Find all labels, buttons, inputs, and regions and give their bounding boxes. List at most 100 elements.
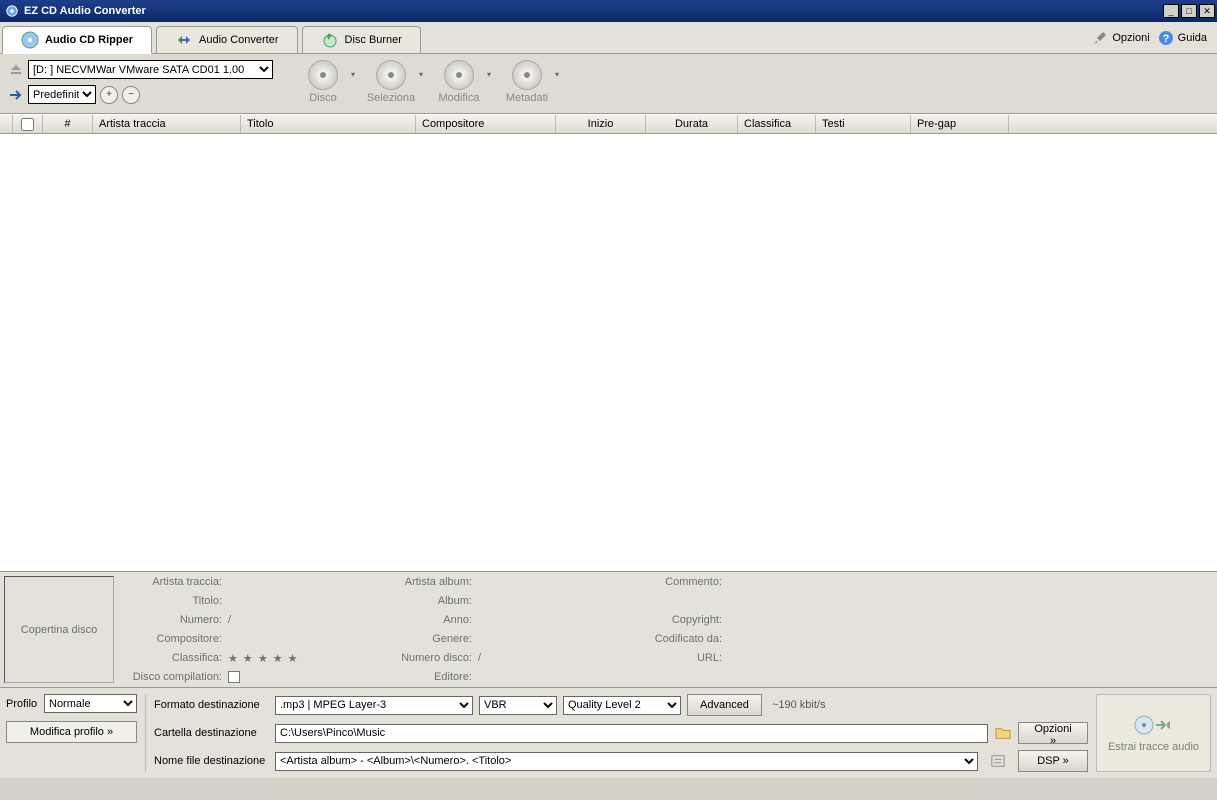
- disco-label: Disco: [309, 92, 337, 104]
- folder-options-button[interactable]: Opzioni »: [1018, 722, 1088, 744]
- help-icon: ?: [1158, 30, 1174, 46]
- chevron-down-icon: ▾: [419, 70, 423, 79]
- metadati-label: Metadati: [506, 92, 548, 104]
- format-label: Formato destinazione: [154, 699, 269, 711]
- modify-profile-button[interactable]: Modifica profilo »: [6, 721, 137, 743]
- mode-select[interactable]: VBR: [479, 696, 557, 715]
- minimize-button[interactable]: _: [1163, 4, 1179, 18]
- wrench-icon: [1092, 30, 1108, 46]
- eject-icon[interactable]: [8, 64, 24, 76]
- codec-select[interactable]: .mp3 | MPEG Layer-3: [275, 696, 473, 715]
- cover-art-box[interactable]: Copertina disco: [4, 576, 114, 683]
- track-list[interactable]: [0, 134, 1217, 572]
- edit-template-icon[interactable]: [984, 753, 1012, 769]
- folder-label: Cartella destinazione: [154, 727, 269, 739]
- folder-icon[interactable]: [994, 725, 1012, 741]
- convert-icon: [175, 31, 193, 49]
- compilation-checkbox[interactable]: [228, 671, 240, 683]
- val-url: [728, 652, 868, 671]
- lbl-genre: Genere:: [368, 633, 478, 652]
- lbl-title: Titolo:: [118, 595, 228, 614]
- lbl-artist-track: Artista traccia:: [118, 576, 228, 595]
- options-link[interactable]: Opzioni: [1092, 30, 1149, 46]
- close-button[interactable]: ✕: [1199, 4, 1215, 18]
- modifica-label: Modifica: [439, 92, 480, 104]
- tab-disc-burner[interactable]: Disc Burner: [302, 26, 421, 53]
- burn-icon: [321, 31, 339, 49]
- ripper-toolbar: [D: ] NECVMWar VMware SATA CD01 1.00 Pre…: [0, 54, 1217, 114]
- maximize-button[interactable]: □: [1181, 4, 1197, 18]
- track-column-headers: # Artista traccia Titolo Compositore Ini…: [0, 114, 1217, 134]
- quality-select[interactable]: Quality Level 2: [563, 696, 681, 715]
- tab-audio-converter[interactable]: Audio Converter: [156, 26, 298, 53]
- col-start[interactable]: Inizio: [556, 115, 646, 133]
- disco-action[interactable]: ▾ Disco: [295, 60, 351, 104]
- advanced-button[interactable]: Advanced: [687, 694, 762, 716]
- col-title[interactable]: Titolo: [241, 115, 416, 133]
- val-composer: [228, 633, 368, 652]
- disc-icon: [308, 60, 338, 90]
- val-title: [228, 595, 368, 614]
- lbl-disc-num: Numero disco:: [368, 652, 478, 671]
- lbl-rank: Classifica:: [118, 652, 228, 671]
- val-disc-num: /: [478, 652, 618, 671]
- tab-audio-cd-ripper[interactable]: Audio CD Ripper: [2, 26, 152, 54]
- lbl-encoded: Codificato da:: [618, 633, 728, 652]
- seleziona-label: Seleziona: [367, 92, 415, 104]
- val-editor: [478, 671, 618, 690]
- window-title: EZ CD Audio Converter: [24, 5, 1163, 17]
- profile-label: Profilo: [6, 698, 40, 710]
- lbl-editor: Editore:: [368, 671, 478, 690]
- add-preset-button[interactable]: +: [100, 86, 118, 104]
- filename-select[interactable]: <Artista album> - <Album>\<Numero>. <Tit…: [275, 752, 978, 771]
- star-rating[interactable]: ★ ★ ★ ★ ★: [228, 652, 368, 671]
- val-genre: [478, 633, 618, 652]
- col-composer[interactable]: Compositore: [416, 115, 556, 133]
- val-year: [478, 614, 618, 633]
- lbl-copyright: Copyright:: [618, 614, 728, 633]
- chevron-down-icon: ▾: [555, 70, 559, 79]
- val-album: [478, 595, 618, 614]
- help-label: Guida: [1178, 32, 1207, 44]
- app-icon: [4, 3, 20, 19]
- drive-select[interactable]: [D: ] NECVMWar VMware SATA CD01 1.00: [28, 60, 273, 79]
- col-duration[interactable]: Durata: [646, 115, 738, 133]
- extract-label: Estrai tracce audio: [1108, 741, 1199, 753]
- select-all-checkbox[interactable]: [21, 118, 34, 131]
- remove-preset-button[interactable]: −: [122, 86, 140, 104]
- lbl-year: Anno:: [368, 614, 478, 633]
- val-artist-album: [478, 576, 618, 595]
- lbl-composer: Compositore:: [118, 633, 228, 652]
- chevron-down-icon: ▾: [487, 70, 491, 79]
- disc-icon: [444, 60, 474, 90]
- disc-icon: [512, 60, 542, 90]
- select-all-checkbox-col[interactable]: [13, 115, 43, 133]
- profile-select[interactable]: Normale: [44, 694, 137, 713]
- metadata-panel: Copertina disco Artista traccia: Artista…: [0, 572, 1217, 688]
- modifica-action[interactable]: ▾ Modifica: [431, 60, 487, 104]
- col-rank[interactable]: Classifica: [738, 115, 816, 133]
- lbl-number: Numero:: [118, 614, 228, 633]
- metadati-action[interactable]: ▾ Metadati: [499, 60, 555, 104]
- svg-text:?: ?: [1162, 33, 1169, 45]
- tab-label: Audio CD Ripper: [45, 34, 133, 46]
- lbl-artist-album: Artista album:: [368, 576, 478, 595]
- val-number: /: [228, 614, 368, 633]
- dsp-button[interactable]: DSP »: [1018, 750, 1088, 772]
- folder-input[interactable]: [275, 724, 988, 743]
- extract-audio-button[interactable]: Estrai tracce audio: [1096, 694, 1211, 772]
- col-number[interactable]: #: [43, 115, 93, 133]
- lbl-comment: Commento:: [618, 576, 728, 595]
- seleziona-action[interactable]: ▾ Seleziona: [363, 60, 419, 104]
- disc-icon: [376, 60, 406, 90]
- col-pregap[interactable]: Pre-gap: [911, 115, 1009, 133]
- help-link[interactable]: ? Guida: [1158, 30, 1207, 46]
- main-tabs: Audio CD Ripper Audio Converter Disc Bur…: [0, 22, 1217, 54]
- tab-label: Audio Converter: [199, 34, 279, 46]
- col-artist[interactable]: Artista traccia: [93, 115, 241, 133]
- val-copyright: [728, 614, 868, 633]
- bitrate-label: ~190 kbit/s: [772, 699, 826, 711]
- preset-select[interactable]: Predefinita: [28, 85, 96, 104]
- options-label: Opzioni: [1112, 32, 1149, 44]
- col-lyrics[interactable]: Testi: [816, 115, 911, 133]
